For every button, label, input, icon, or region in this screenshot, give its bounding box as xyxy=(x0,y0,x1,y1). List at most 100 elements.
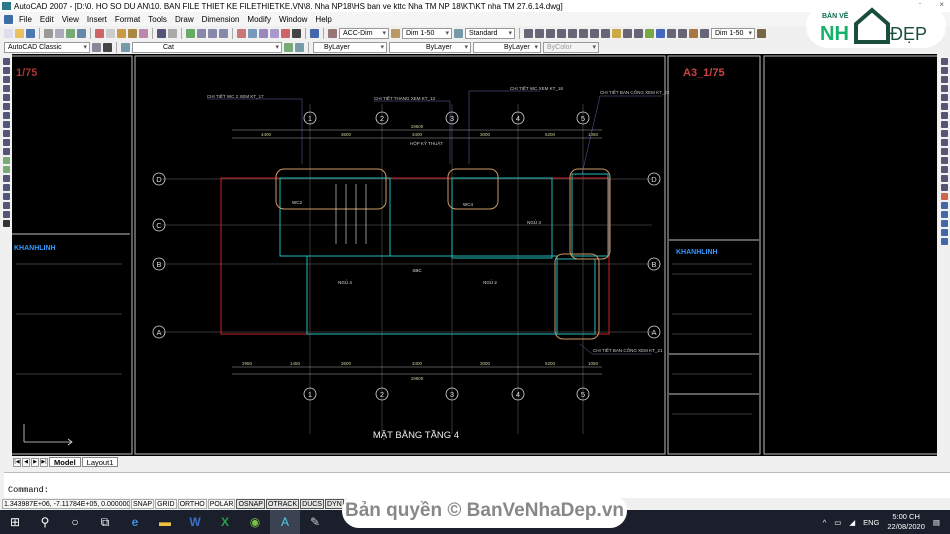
menu-tools[interactable]: Tools xyxy=(144,15,171,24)
close-button[interactable]: × xyxy=(939,0,944,9)
revcloud-icon[interactable] xyxy=(2,121,10,128)
menu-insert[interactable]: Insert xyxy=(83,15,111,24)
markup-icon[interactable] xyxy=(281,28,290,38)
polygon-icon[interactable] xyxy=(2,85,10,92)
dimscale-select[interactable]: Dim 1-50 xyxy=(402,27,452,39)
first-tab-button[interactable]: |◀ xyxy=(13,457,21,467)
extend-icon[interactable] xyxy=(940,148,948,155)
erase-icon[interactable] xyxy=(940,58,948,65)
plot-icon[interactable] xyxy=(44,28,53,38)
jogged-icon[interactable] xyxy=(579,28,588,38)
drawing-canvas[interactable]: 1/75 A3_1/75 KHANHLINH KHANHLINH 1 2 3 4… xyxy=(12,54,937,456)
rectangle-icon[interactable] xyxy=(2,94,10,101)
file-explorer-icon[interactable]: ▬ xyxy=(150,510,180,534)
insert-block-icon[interactable] xyxy=(2,157,10,164)
point-icon[interactable] xyxy=(2,175,10,182)
construction-line-icon[interactable] xyxy=(2,67,10,74)
calculator-icon[interactable] xyxy=(292,28,301,38)
gradient-icon[interactable] xyxy=(2,193,10,200)
continue-icon[interactable] xyxy=(634,28,643,38)
menu-modify[interactable]: Modify xyxy=(243,15,275,24)
block-editor-icon[interactable] xyxy=(139,28,148,38)
ellipse-arc-icon[interactable] xyxy=(2,148,10,155)
menu-view[interactable]: View xyxy=(58,15,83,24)
baseline-icon[interactable] xyxy=(623,28,632,38)
coordinates-readout[interactable]: 1.343987E+06, -7.11784E+05, 0.00000000 xyxy=(2,499,130,509)
layer-previous-icon[interactable] xyxy=(295,42,304,52)
table-icon[interactable] xyxy=(2,211,10,218)
match-properties-icon[interactable] xyxy=(128,28,137,38)
zoom-window-icon[interactable] xyxy=(208,28,217,38)
tab-model[interactable]: Model xyxy=(49,457,81,467)
pan-icon[interactable] xyxy=(186,28,195,38)
zoom-realtime-icon[interactable] xyxy=(197,28,206,38)
chamfer-icon[interactable] xyxy=(940,175,948,182)
menu-dimension[interactable]: Dimension xyxy=(198,15,244,24)
region-icon[interactable] xyxy=(2,202,10,209)
battery-icon[interactable]: ▭ xyxy=(834,518,841,527)
layer-manager-icon[interactable] xyxy=(121,42,130,52)
polyline-icon[interactable] xyxy=(2,76,10,83)
stretch-icon[interactable] xyxy=(940,130,948,137)
paint-icon[interactable]: ✎ xyxy=(300,510,330,534)
prev-tab-button[interactable]: ◀ xyxy=(22,457,30,467)
offset-icon[interactable] xyxy=(940,85,948,92)
zoom-extents-icon[interactable] xyxy=(940,238,948,245)
color-select[interactable]: ByLayer xyxy=(313,41,387,53)
workspace-settings-icon[interactable] xyxy=(92,42,101,52)
array-icon[interactable] xyxy=(940,94,948,101)
properties-icon[interactable] xyxy=(237,28,246,38)
center-mark-icon[interactable] xyxy=(667,28,676,38)
menu-edit[interactable]: Edit xyxy=(36,15,58,24)
otrack-toggle[interactable]: OTRACK xyxy=(265,499,300,509)
line-icon[interactable] xyxy=(2,58,10,65)
zoom-previous-icon[interactable] xyxy=(219,28,228,38)
lineweight-select[interactable]: ByLayer xyxy=(473,41,541,53)
polar-toggle[interactable]: POLAR xyxy=(207,499,236,509)
publish-icon[interactable] xyxy=(66,28,75,38)
dimstyle-select[interactable]: ACC-Dim xyxy=(339,27,389,39)
trim-icon[interactable] xyxy=(940,139,948,146)
workspace-select[interactable]: AutoCAD Classic xyxy=(4,41,90,53)
next-tab-button[interactable]: ▶ xyxy=(31,457,39,467)
excel-icon[interactable]: X xyxy=(210,510,240,534)
cut-icon[interactable] xyxy=(95,28,104,38)
tab-layout1[interactable]: Layout1 xyxy=(81,457,119,467)
move-icon[interactable] xyxy=(940,103,948,110)
diameter-icon[interactable] xyxy=(590,28,599,38)
osnap-toggle[interactable]: OSNAP xyxy=(236,499,265,509)
word-icon[interactable]: W xyxy=(180,510,210,534)
dimstyle-manager-icon[interactable] xyxy=(757,28,766,38)
redo-icon[interactable] xyxy=(168,28,177,38)
explode-icon[interactable] xyxy=(940,193,948,200)
leader-icon[interactable] xyxy=(645,28,654,38)
preview-icon[interactable] xyxy=(55,28,64,38)
dimstyle-control-select[interactable]: Dim 1-50 xyxy=(711,27,755,39)
tool-palettes-icon[interactable] xyxy=(259,28,268,38)
dimupdate-icon[interactable] xyxy=(700,28,709,38)
make-block-icon[interactable] xyxy=(2,166,10,173)
arc-icon[interactable] xyxy=(2,103,10,110)
paste-icon[interactable] xyxy=(117,28,126,38)
clock[interactable]: 5:00 CH 22/08/2020 xyxy=(887,512,925,532)
document-icon[interactable] xyxy=(4,14,13,24)
cortana-icon[interactable]: ○ xyxy=(60,510,90,534)
dimedit-icon[interactable] xyxy=(678,28,687,38)
notifications-icon[interactable]: ▤ xyxy=(933,518,940,527)
textstyle-select[interactable]: Standard xyxy=(465,27,515,39)
help-icon[interactable] xyxy=(310,28,319,38)
tolerance-icon[interactable] xyxy=(656,28,665,38)
menu-window[interactable]: Window xyxy=(275,15,311,24)
arc-length-icon[interactable] xyxy=(546,28,555,38)
undo-icon[interactable] xyxy=(157,28,166,38)
snap-toggle[interactable]: SNAP xyxy=(131,499,155,509)
dyn-toggle[interactable]: DYN xyxy=(324,499,344,509)
show-hidden-icons[interactable]: ^ xyxy=(823,518,827,527)
spline-icon[interactable] xyxy=(2,130,10,137)
autocad-taskbar-icon[interactable]: A xyxy=(270,510,300,534)
grid-toggle[interactable]: GRID xyxy=(155,499,177,509)
linetype-select[interactable]: ByLayer xyxy=(389,41,471,53)
design-center-icon[interactable] xyxy=(248,28,257,38)
search-icon[interactable]: ⚲ xyxy=(30,510,60,534)
task-view-icon[interactable]: ⧉ xyxy=(90,510,120,534)
